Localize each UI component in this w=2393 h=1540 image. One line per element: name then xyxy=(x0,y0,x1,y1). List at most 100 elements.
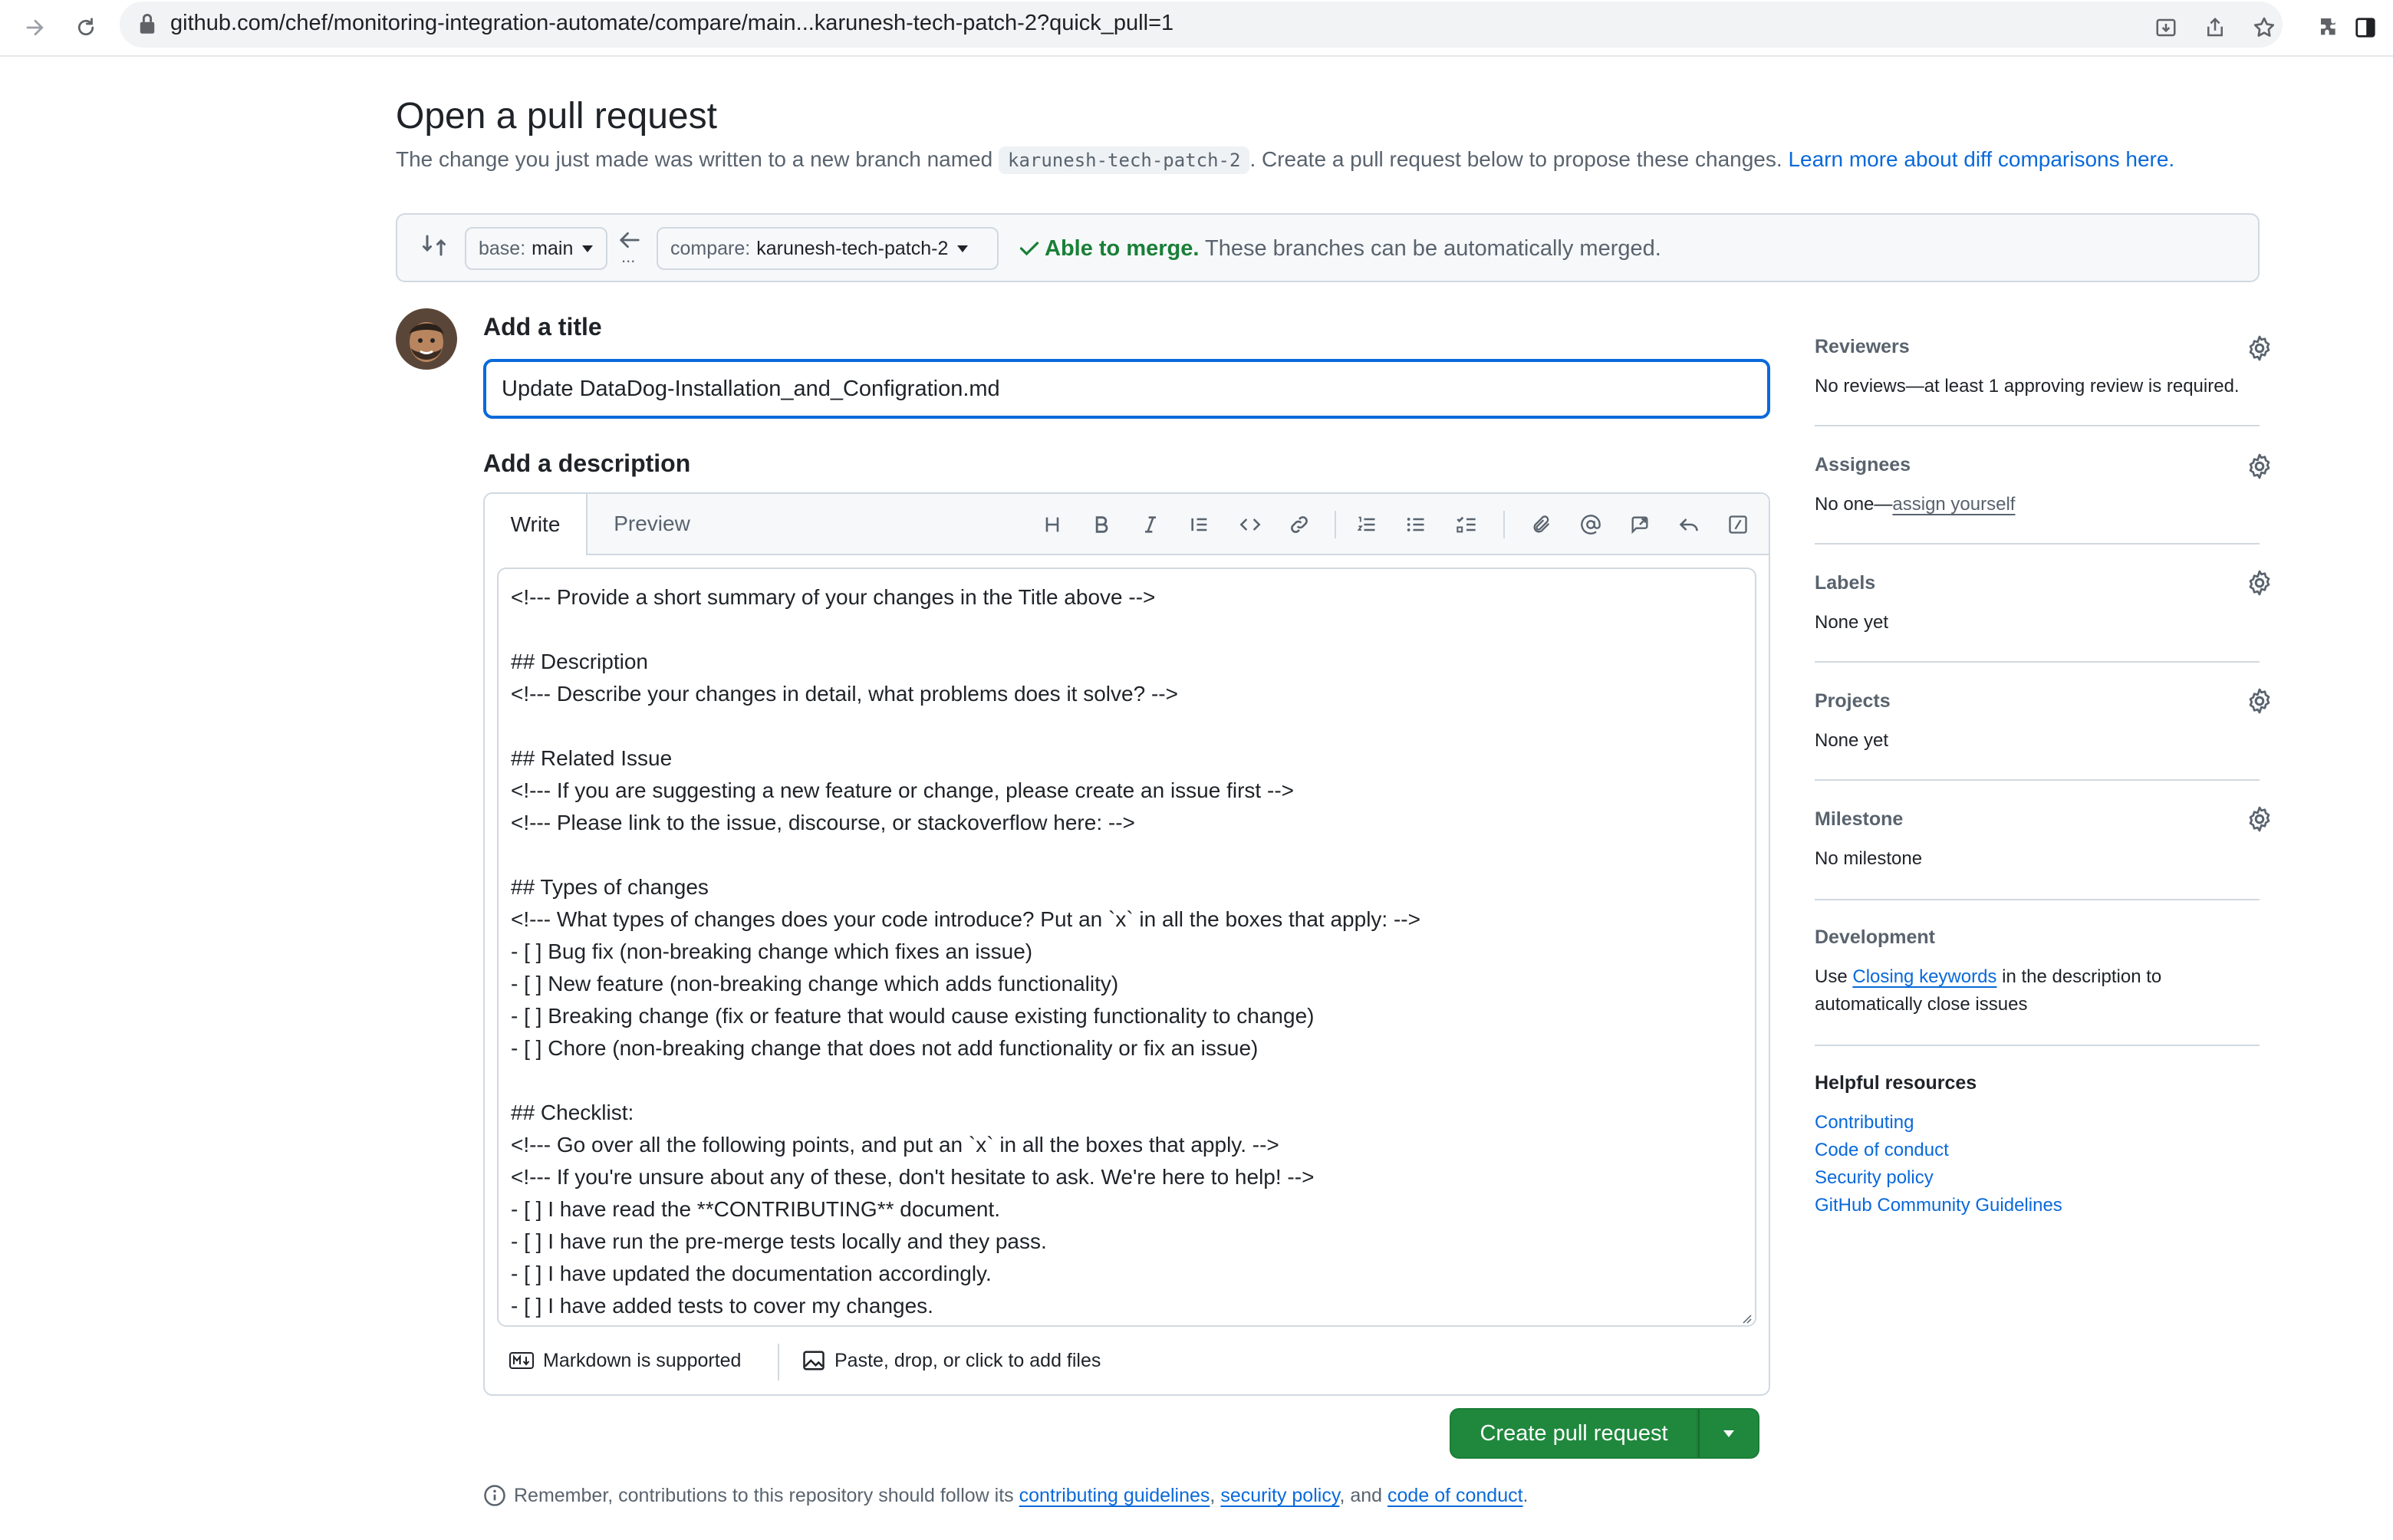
subtitle-text-after: . Create a pull request below to propose… xyxy=(1249,147,1782,171)
base-prefix: base: xyxy=(479,237,526,259)
reply-icon xyxy=(1679,518,1698,531)
task-list-icon xyxy=(1457,516,1476,533)
ordered-list-icon xyxy=(1357,516,1375,531)
code-of-conduct-link[interactable]: code of conduct xyxy=(1387,1485,1523,1506)
tab-write[interactable]: Write xyxy=(485,494,588,555)
gear-icon[interactable] xyxy=(2246,687,2273,715)
gear-icon[interactable] xyxy=(2246,452,2273,480)
info-icon xyxy=(484,1485,505,1506)
italic-button[interactable] xyxy=(1134,508,1167,541)
note-sep: , xyxy=(1210,1485,1216,1506)
arrow-right-icon xyxy=(26,19,44,36)
resource-contributing-link[interactable]: Contributing xyxy=(1815,1109,1914,1137)
user-avatar[interactable] xyxy=(396,308,457,370)
link-icon xyxy=(1291,516,1308,533)
reviewers-heading[interactable]: Reviewers xyxy=(1815,336,1910,358)
helpful-resources-heading: Helpful resources xyxy=(1815,1072,1977,1094)
compare-prefix: compare: xyxy=(670,237,751,259)
avatar-image xyxy=(396,308,457,370)
assign-yourself-link[interactable]: assign yourself xyxy=(1892,494,2015,515)
mention-button[interactable] xyxy=(1574,508,1608,541)
compare-branch-name: karunesh-tech-patch-2 xyxy=(756,237,949,259)
page-subtitle: The change you just made was written to … xyxy=(396,144,2174,176)
attach-files-area[interactable]: Paste, drop, or click to add files xyxy=(802,1344,1101,1377)
base-branch-select[interactable]: base: main xyxy=(465,227,607,270)
tab-preview[interactable]: Preview xyxy=(591,494,713,554)
sidebar-divider xyxy=(1815,543,2260,545)
contributing-guidelines-link[interactable]: contributing guidelines xyxy=(1019,1485,1210,1506)
assignees-heading[interactable]: Assignees xyxy=(1815,454,1911,476)
markdown-note-text: Markdown is supported xyxy=(543,1349,742,1371)
milestone-value: No milestone xyxy=(1815,848,1923,869)
page-title: Open a pull request xyxy=(396,96,717,137)
learn-more-link[interactable]: Learn more about diff comparisons here. xyxy=(1788,147,2174,171)
bold-button[interactable] xyxy=(1085,508,1118,541)
closing-keywords-link[interactable]: Closing keywords xyxy=(1852,966,1996,987)
toolbar-divider xyxy=(1335,511,1336,538)
title-label: Add a title xyxy=(483,313,602,341)
assignees-none-text: No one— xyxy=(1815,494,1893,515)
task-list-button[interactable] xyxy=(1450,508,1483,541)
url-text[interactable]: github.com/chef/monitoring-integration-a… xyxy=(170,8,1173,38)
cross-reference-button[interactable] xyxy=(1623,508,1657,541)
mention-icon xyxy=(1581,515,1601,535)
slash-command-icon xyxy=(1729,515,1747,534)
reviewers-value: No reviews—at least 1 approving review i… xyxy=(1815,376,2240,397)
resource-code-of-conduct-link[interactable]: Code of conduct xyxy=(1815,1137,1949,1164)
forward-button[interactable] xyxy=(17,9,54,46)
unordered-list-icon xyxy=(1407,518,1424,531)
saved-reply-button[interactable] xyxy=(1672,508,1706,541)
projects-heading[interactable]: Projects xyxy=(1815,690,1891,712)
reload-button[interactable] xyxy=(67,9,104,46)
gear-icon[interactable] xyxy=(2246,334,2273,362)
merge-status: Able to merge. These branches can be aut… xyxy=(1019,233,1661,264)
create-pull-request-button[interactable]: Create pull request xyxy=(1450,1408,1698,1459)
compare-branch-select[interactable]: compare: karunesh-tech-patch-2 xyxy=(657,227,999,270)
base-branch-name: main xyxy=(532,237,574,259)
security-policy-link[interactable]: security policy xyxy=(1220,1485,1339,1506)
note-end: . xyxy=(1522,1485,1529,1506)
toolbar-divider xyxy=(1503,511,1505,538)
share-button[interactable] xyxy=(2197,9,2233,46)
sidebar-divider xyxy=(1815,779,2260,781)
italic-icon xyxy=(1145,516,1156,533)
contribution-note: Remember, contributions to this reposito… xyxy=(483,1480,1529,1511)
caret-down-icon xyxy=(1723,1430,1734,1437)
code-button[interactable] xyxy=(1233,508,1267,541)
branch-name-code: karunesh-tech-patch-2 xyxy=(999,146,1250,174)
link-button[interactable] xyxy=(1282,508,1316,541)
gear-icon[interactable] xyxy=(2246,805,2273,833)
description-label: Add a description xyxy=(483,449,691,477)
attach-files-text: Paste, drop, or click to add files xyxy=(834,1349,1101,1371)
extensions-button[interactable] xyxy=(2312,9,2349,46)
cross-reference-icon xyxy=(1631,516,1648,535)
development-heading: Development xyxy=(1815,926,1935,948)
slash-commands-button[interactable] xyxy=(1721,508,1755,541)
markdown-icon xyxy=(509,1352,534,1369)
labels-value: None yet xyxy=(1815,612,1889,633)
install-app-button[interactable] xyxy=(2148,9,2184,46)
gear-icon[interactable] xyxy=(2246,569,2273,597)
image-icon xyxy=(803,1351,825,1371)
development-text-after: in the description to xyxy=(2002,966,2162,987)
pr-body-textarea[interactable]: <!--- Provide a short summary of your ch… xyxy=(497,568,1756,1327)
markdown-note[interactable]: Markdown is supported xyxy=(509,1344,741,1377)
heading-button[interactable] xyxy=(1035,508,1069,541)
side-panel-button[interactable] xyxy=(2347,9,2384,46)
labels-heading[interactable]: Labels xyxy=(1815,572,1875,594)
unordered-list-button[interactable] xyxy=(1399,508,1433,541)
paperclip-icon xyxy=(1533,515,1550,533)
milestone-heading[interactable]: Milestone xyxy=(1815,808,1903,831)
quote-button[interactable] xyxy=(1183,508,1216,541)
ordered-list-button[interactable] xyxy=(1350,508,1384,541)
resource-security-policy-link[interactable]: Security policy xyxy=(1815,1164,1934,1192)
star-icon xyxy=(2253,17,2275,37)
lock-icon xyxy=(140,14,155,34)
resource-community-guidelines-link[interactable]: GitHub Community Guidelines xyxy=(1815,1192,2062,1219)
bookmark-button[interactable] xyxy=(2246,9,2283,46)
create-pr-options-button[interactable] xyxy=(1698,1408,1759,1459)
check-icon xyxy=(1019,242,1039,256)
attach-button[interactable] xyxy=(1525,508,1559,541)
resize-handle-icon[interactable] xyxy=(1741,1313,1752,1324)
pr-title-input[interactable] xyxy=(483,359,1770,419)
